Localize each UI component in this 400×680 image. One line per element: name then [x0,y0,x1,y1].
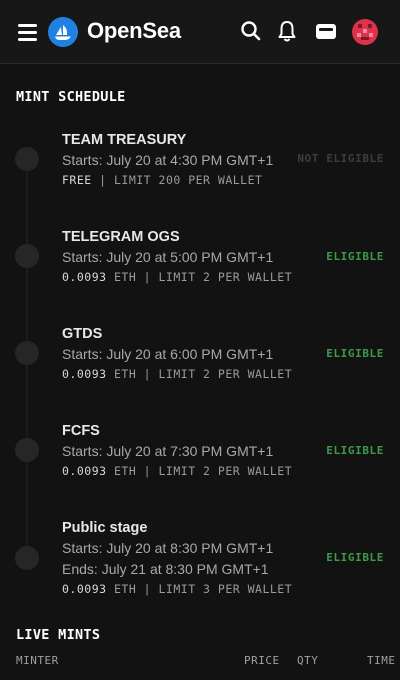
stage-price: 0.0093 [62,582,107,596]
stage-start-time: Starts: July 20 at 5:00 PM GMT+1 [62,249,274,265]
stage-price-limit: 0.0093 ETH | LIMIT 2 PER WALLET [62,367,292,381]
stage-limit: ETH | LIMIT 2 PER WALLET [106,367,293,381]
stage-name: GTDS [62,326,103,342]
top-nav-bar: OpenSea [0,0,400,64]
stage-name: TEAM TREASURY [62,132,187,148]
stage-price: 0.0093 [62,367,107,381]
stage-start-time: Starts: July 20 at 8:30 PM GMT+1 [62,540,274,556]
stage-price-limit: 0.0093 ETH | LIMIT 2 PER WALLET [62,464,292,478]
stage-name: Public stage [62,520,148,536]
stage-end-time: Ends: July 21 at 8:30 PM GMT+1 [62,561,269,577]
stage-status-badge: ELIGIBLE [326,347,384,360]
timeline-dot [15,438,39,462]
stage-start-time: Starts: July 20 at 4:30 PM GMT+1 [62,152,274,168]
live-mints-title: LIVE MINTS [16,627,101,643]
stage-price-limit: 0.0093 ETH | LIMIT 3 PER WALLET [62,582,292,596]
avatar[interactable] [352,19,378,45]
stage-status-badge: ELIGIBLE [326,551,384,564]
stage-limit: ETH | LIMIT 2 PER WALLET [106,270,293,284]
stage-price: 0.0093 [62,270,107,284]
stage-limit: ETH | LIMIT 3 PER WALLET [106,582,293,596]
column-header-price[interactable]: PRICE [244,654,280,667]
brand-name[interactable]: OpenSea [87,18,181,44]
wallet-icon[interactable] [313,18,339,44]
stage-name: TELEGRAM OGS [62,229,180,245]
stage-price: 0.0093 [62,464,107,478]
stage-start-time: Starts: July 20 at 6:00 PM GMT+1 [62,346,274,362]
stage-limit: | LIMIT 200 PER WALLET [91,173,263,187]
search-icon[interactable] [238,18,264,44]
column-header-time[interactable]: TIME [367,654,396,667]
stage-status-badge: ELIGIBLE [326,444,384,457]
stage-status-badge: ELIGIBLE [326,250,384,263]
timeline-dot [15,341,39,365]
timeline-dot [15,546,39,570]
stage-name: FCFS [62,423,100,439]
stage-price-limit: 0.0093 ETH | LIMIT 2 PER WALLET [62,270,292,284]
column-header-qty[interactable]: QTY [297,654,318,667]
opensea-logo[interactable] [48,17,78,47]
bell-icon[interactable] [274,18,300,44]
mint-schedule-title: MINT SCHEDULE [16,89,126,105]
stage-price: FREE [62,173,92,187]
stage-limit: ETH | LIMIT 2 PER WALLET [106,464,293,478]
stage-price-limit: FREE | LIMIT 200 PER WALLET [62,173,262,187]
timeline-dot [15,147,39,171]
menu-icon[interactable] [18,24,37,41]
timeline-dot [15,244,39,268]
stage-start-time: Starts: July 20 at 7:30 PM GMT+1 [62,443,274,459]
column-header-minter[interactable]: MINTER [16,654,59,667]
stage-status-badge: NOT ELIGIBLE [297,152,384,165]
